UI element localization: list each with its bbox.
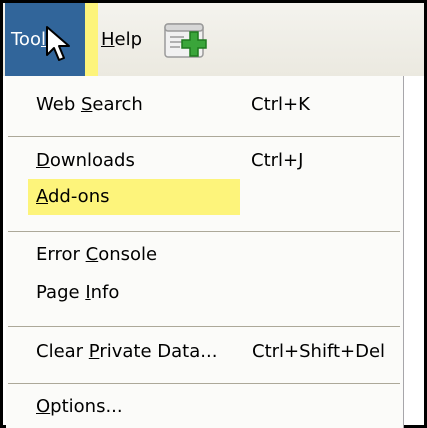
menu-separator — [8, 326, 400, 327]
menu-item-page-info[interactable]: Page Info — [6, 274, 402, 312]
tools-dropdown-menu: Web Search Ctrl+K Downloads Ctrl+J Add-o… — [6, 76, 404, 428]
menu-separator — [8, 136, 400, 137]
menu-help[interactable]: Help — [95, 3, 148, 76]
menu-item-label: Add-ons — [36, 186, 110, 207]
menu-item-clear-private-data[interactable]: Clear Private Data... Ctrl+Shift+Del — [6, 333, 402, 371]
menu-separator — [8, 231, 400, 232]
menu-item-label: Web Search — [36, 94, 143, 115]
menu-item-label: Error Console — [36, 244, 158, 265]
menu-item-label: Page Info — [36, 282, 120, 303]
menu-item-shortcut: Ctrl+K — [251, 94, 310, 115]
menu-item-shortcut: Ctrl+J — [251, 150, 304, 171]
window-frame: Tools Help Web Search Ctrl+K Downloads C… — [0, 0, 427, 428]
menu-item-label: Downloads — [36, 150, 135, 171]
menu-item-label: Options... — [36, 396, 123, 417]
menu-item-shortcut: Ctrl+Shift+Del — [252, 341, 386, 362]
menu-item-downloads[interactable]: Downloads Ctrl+J — [6, 142, 402, 180]
menu-item-options[interactable]: Options... — [6, 388, 402, 426]
menu-bar: Tools Help — [3, 3, 424, 76]
cursor-icon — [46, 26, 70, 61]
menu-item-web-search[interactable]: Web Search Ctrl+K — [6, 86, 402, 124]
menu-separator — [8, 383, 400, 384]
menu-item-error-console[interactable]: Error Console — [6, 236, 402, 274]
menu-item-addons[interactable]: Add-ons — [6, 178, 402, 216]
menu-item-label: Clear Private Data... — [36, 341, 218, 362]
addon-toolbar-icon[interactable] — [163, 21, 209, 61]
menu-help-label: Help — [101, 29, 143, 50]
